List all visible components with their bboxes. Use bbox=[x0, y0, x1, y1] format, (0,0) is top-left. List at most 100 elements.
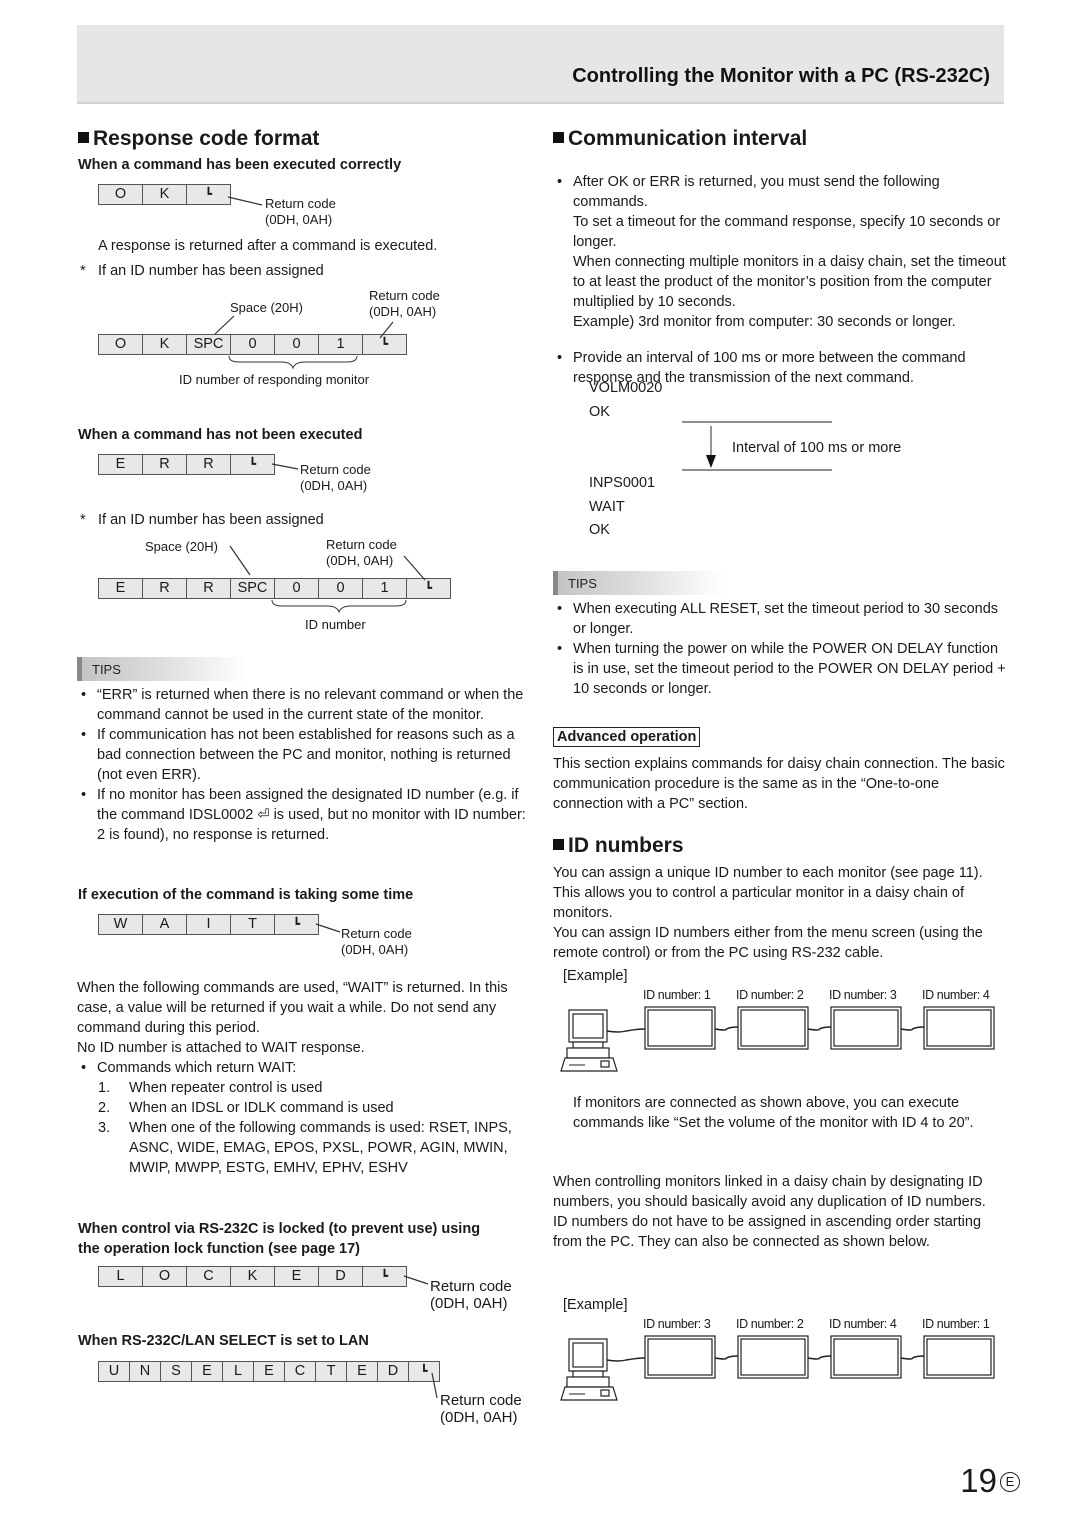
ok-id-note: * If an ID number has been assigned bbox=[80, 263, 324, 279]
code-cell: L bbox=[99, 1267, 143, 1286]
monitor-icon bbox=[923, 1006, 995, 1050]
return-code-hex: (0DH, 0AH) bbox=[341, 942, 409, 957]
seq-response-1: OK bbox=[589, 404, 610, 420]
computer-icon bbox=[560, 1338, 618, 1401]
seq-command-1: VOLM0020 bbox=[589, 380, 663, 396]
locked-return-code-note: Return code (0DH, 0AH) bbox=[430, 1278, 512, 1312]
id-paragraph: ID numbers do not have to be assigned in… bbox=[553, 1214, 982, 1250]
monitor-id-label: ID number: 2 bbox=[736, 988, 804, 1002]
page-number-text: 19 bbox=[960, 1462, 997, 1499]
code-cell: SPC bbox=[187, 335, 231, 354]
tip-item: “ERR” is returned when there is no relev… bbox=[77, 685, 532, 725]
wait-numbered-list: 1. When repeater control is used 2. When a… bbox=[98, 1078, 518, 1178]
monitor-icon bbox=[644, 1006, 716, 1050]
heading-text: ID numbers bbox=[568, 834, 684, 857]
item-number: 3. bbox=[98, 1120, 111, 1136]
computer-icon bbox=[560, 1009, 618, 1072]
interval-bullet-list: After OK or ERR is returned, you must se… bbox=[553, 156, 1008, 404]
code-cell: 0 bbox=[319, 579, 363, 598]
tips-label: TIPS bbox=[92, 662, 121, 677]
cable-line bbox=[900, 1026, 925, 1031]
square-bullet-icon bbox=[78, 132, 89, 143]
err-id-return-note: Return code (0DH, 0AH) bbox=[326, 537, 397, 569]
advanced-operation-text: This section explains commands for daisy… bbox=[553, 756, 1005, 812]
ok-id-return-note: Return code (0DH, 0AH) bbox=[369, 288, 440, 320]
heading-text: Response code format bbox=[93, 127, 320, 150]
cable-line bbox=[807, 1355, 832, 1360]
code-cell: A bbox=[143, 915, 187, 934]
return-code-icon: ┗ bbox=[420, 1364, 428, 1378]
monitor-icon bbox=[830, 1335, 902, 1379]
code-cell: 0 bbox=[275, 335, 319, 354]
wait-paragraph: No ID number is attached to WAIT respons… bbox=[77, 1040, 365, 1056]
monitor-id-label: ID number: 3 bbox=[829, 988, 897, 1002]
cable-line bbox=[900, 1355, 925, 1360]
ok-id-response-cells: O K SPC 0 0 1 ┗ bbox=[98, 334, 407, 355]
item-text: When one of the following commands is us… bbox=[129, 1120, 512, 1176]
daisy-chain-diagram-1 bbox=[560, 1006, 995, 1072]
right-tips-banner: TIPS bbox=[553, 571, 723, 595]
code-cell: R bbox=[187, 455, 231, 474]
id-paragraph: You can assign ID numbers either from th… bbox=[553, 925, 983, 961]
return-code-hex: (0DH, 0AH) bbox=[326, 553, 394, 568]
wait-paragraph: When the following commands are used, “W… bbox=[77, 980, 508, 1036]
code-cell: R bbox=[187, 579, 231, 598]
code-cell: E bbox=[275, 1267, 319, 1286]
return-code-icon: ┗ bbox=[380, 1269, 389, 1283]
wait-numbered-item: 1. When repeater control is used bbox=[98, 1078, 518, 1098]
err-space-label: Space (20H) bbox=[145, 539, 218, 554]
square-bullet-icon bbox=[553, 839, 564, 850]
return-code-label: Return code bbox=[341, 926, 412, 941]
code-cell: R bbox=[143, 455, 187, 474]
daisy-chain-diagram-2 bbox=[560, 1335, 995, 1401]
response-code-format-heading: Response code format bbox=[78, 127, 319, 151]
wait-bullet: Commands which return WAIT: bbox=[77, 1058, 532, 1078]
lan-response-cells: U N S E L E C T E D ┗ bbox=[98, 1361, 440, 1382]
interval-label: Interval of 100 ms or more bbox=[732, 440, 902, 456]
item-number: 2. bbox=[98, 1100, 111, 1116]
left-tips-list: “ERR” is returned when there is no relev… bbox=[77, 685, 532, 845]
page-header-title: Controlling the Monitor with a PC (RS-23… bbox=[572, 65, 990, 87]
code-cell: N bbox=[130, 1362, 161, 1381]
return-code-label: Return code bbox=[265, 196, 336, 211]
err-id-caption: ID number bbox=[305, 617, 366, 632]
code-cell: W bbox=[99, 915, 143, 934]
ok-response-cells: O K ┗ bbox=[98, 184, 231, 205]
return-code-icon: ┗ bbox=[204, 187, 213, 201]
example-label-2: [Example] bbox=[563, 1297, 628, 1313]
language-e-icon: E bbox=[1000, 1472, 1020, 1492]
code-cell: T bbox=[316, 1362, 347, 1381]
wait-description: When the following commands are used, “W… bbox=[77, 978, 532, 1058]
code-cell: 1 bbox=[319, 335, 363, 354]
right-tips-list: When executing ALL RESET, set the timeou… bbox=[553, 599, 1008, 699]
tip-item: When executing ALL RESET, set the timeou… bbox=[553, 599, 1008, 639]
left-tips-banner: TIPS bbox=[77, 657, 247, 681]
monitor-id-label: ID number: 4 bbox=[922, 988, 990, 1002]
monitor-id-label: ID number: 1 bbox=[922, 1317, 990, 1331]
lan-section-title: When RS-232C/LAN SELECT is set to LAN bbox=[78, 1333, 369, 1349]
code-cell: T bbox=[231, 915, 275, 934]
id-numbers-heading: ID numbers bbox=[553, 834, 684, 858]
code-cell: 0 bbox=[231, 335, 275, 354]
tips-label: TIPS bbox=[568, 576, 597, 591]
interval-diagram bbox=[682, 421, 832, 471]
locked-section-title: When control via RS-232C is locked (to p… bbox=[78, 1221, 481, 1257]
tip-item: When turning the power on while the POWE… bbox=[553, 639, 1008, 699]
cable-line bbox=[714, 1355, 739, 1360]
lan-return-code-note: Return code (0DH, 0AH) bbox=[440, 1392, 522, 1426]
ok-section-title: When a command has been executed correct… bbox=[78, 157, 402, 173]
code-cell: R bbox=[143, 579, 187, 598]
return-code-icon: ┗ bbox=[292, 917, 301, 931]
code-cell: S bbox=[161, 1362, 192, 1381]
ok-return-code-note: Return code (0DH, 0AH) bbox=[265, 196, 336, 228]
cable-line bbox=[714, 1026, 739, 1031]
seq-command-2: INPS0001 bbox=[589, 475, 656, 491]
square-bullet-icon bbox=[553, 132, 564, 143]
communication-interval-heading: Communication interval bbox=[553, 127, 807, 151]
code-cell: K bbox=[231, 1267, 275, 1286]
monitor-id-label: ID number: 4 bbox=[829, 1317, 897, 1331]
item-number: 1. bbox=[98, 1080, 111, 1096]
id-numbers-intro: You can assign a unique ID number to eac… bbox=[553, 863, 1008, 963]
wait-numbered-item: 3. When one of the following commands is … bbox=[98, 1118, 518, 1178]
code-cell: D bbox=[319, 1267, 363, 1286]
